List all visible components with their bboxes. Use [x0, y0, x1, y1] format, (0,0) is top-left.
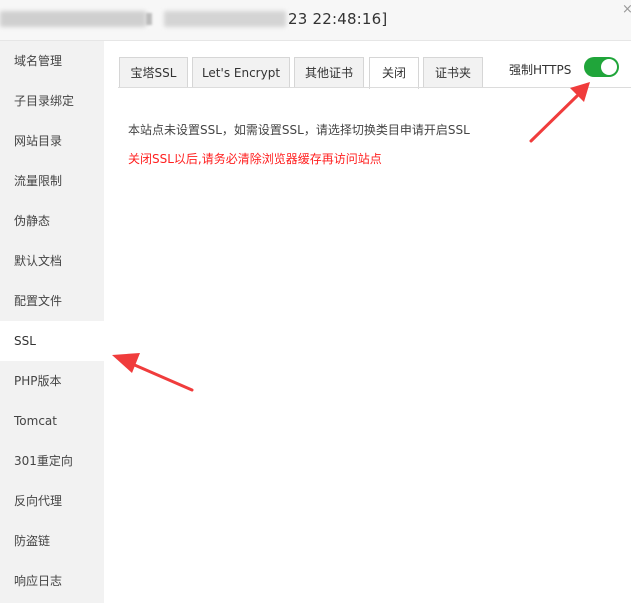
sidebar-item-reverse-proxy[interactable]: 反向代理 — [0, 481, 104, 521]
sidebar-item-domain[interactable]: 域名管理 — [0, 41, 104, 81]
sidebar-item-301-redirect[interactable]: 301重定向 — [0, 441, 104, 481]
ssl-panel: 宝塔SSL Let's Encrypt 其他证书 关闭 证书夹 强制HTTPS … — [104, 41, 631, 603]
sidebar-item-response-log[interactable]: 响应日志 — [0, 561, 104, 601]
sidebar-item-subdirectory[interactable]: 子目录绑定 — [0, 81, 104, 121]
sidebar-item-ssl[interactable]: SSL — [0, 321, 104, 361]
sidebar-item-rewrite[interactable]: 伪静态 — [0, 201, 104, 241]
toggle-knob — [601, 59, 617, 75]
tab-lets-encrypt[interactable]: Let's Encrypt — [192, 57, 290, 88]
sidebar-item-traffic-limit[interactable]: 流量限制 — [0, 161, 104, 201]
window-title-time: 23 22:48:16] — [288, 10, 388, 28]
sidebar: 域名管理 子目录绑定 网站目录 流量限制 伪静态 默认文档 配置文件 SSL P… — [0, 41, 104, 603]
redacted-fragment — [146, 13, 152, 25]
ssl-warning-message: 关闭SSL以后,请务必清除浏览器缓存再访问站点 — [128, 152, 382, 166]
sidebar-item-site-directory[interactable]: 网站目录 — [0, 121, 104, 161]
redacted-site-info — [164, 11, 286, 27]
sidebar-item-config-file[interactable]: 配置文件 — [0, 281, 104, 321]
tab-cert-folder[interactable]: 证书夹 — [423, 57, 483, 88]
ssl-info-message: 本站点未设置SSL，如需设置SSL，请选择切换类目申请开启SSL — [128, 123, 470, 137]
sidebar-item-tomcat[interactable]: Tomcat — [0, 401, 104, 441]
redacted-site-name — [0, 11, 146, 27]
force-https-label: 强制HTTPS — [509, 63, 572, 77]
tab-other-cert[interactable]: 其他证书 — [294, 57, 364, 88]
sidebar-item-php-version[interactable]: PHP版本 — [0, 361, 104, 401]
tab-underline — [118, 87, 631, 88]
sidebar-item-hotlink-protection[interactable]: 防盗链 — [0, 521, 104, 561]
tab-baota-ssl[interactable]: 宝塔SSL — [119, 57, 188, 88]
sidebar-item-default-document[interactable]: 默认文档 — [0, 241, 104, 281]
close-icon[interactable]: × — [622, 2, 631, 17]
tab-close-ssl[interactable]: 关闭 — [369, 57, 419, 89]
window-title-bar: 23 22:48:16] × — [0, 0, 631, 41]
force-https-toggle[interactable] — [584, 57, 619, 77]
